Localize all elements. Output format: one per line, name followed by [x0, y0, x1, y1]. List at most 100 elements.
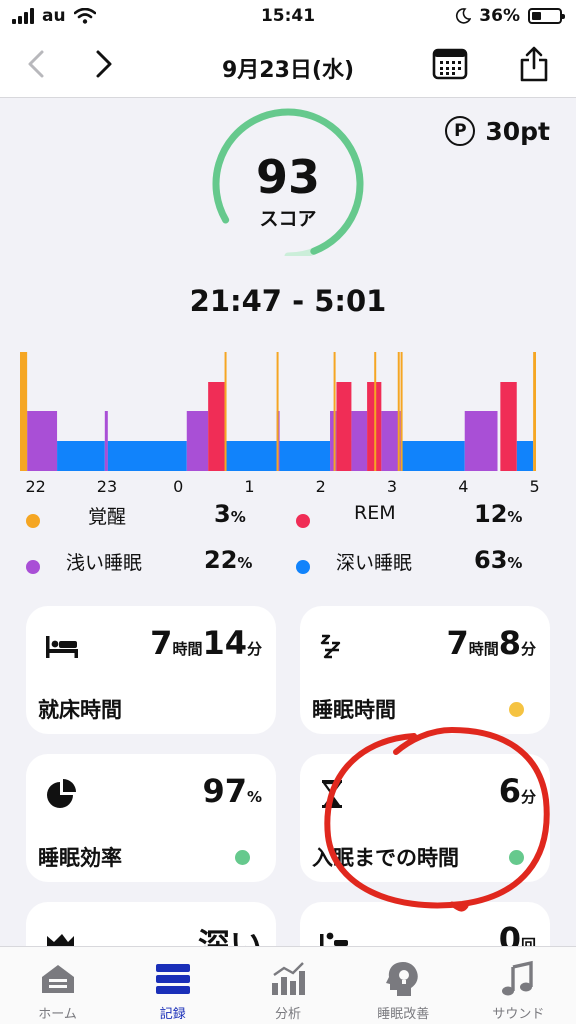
tab-bar: ホーム 記録 分析 睡眠改善 サウンド — [0, 946, 576, 1024]
stage-bar-3-2 — [224, 441, 277, 471]
tab-label-analysis: 分析 — [275, 1007, 302, 1022]
bulb-head-icon — [386, 962, 418, 996]
stage-bar-3-5 — [400, 441, 465, 471]
legend-pct-light: 22% — [204, 546, 253, 574]
legend-pct-awake: 3% — [214, 500, 246, 528]
card-sleep-efficiency[interactable]: 97% 睡眠効率 — [26, 754, 276, 882]
points-icon: P — [445, 116, 476, 146]
list-icon — [155, 964, 190, 994]
status-dot-sleep-time — [509, 702, 524, 717]
status-dot-sleep-latency — [509, 850, 524, 865]
card-value-time-in-bed: 7時間14分 — [150, 624, 262, 662]
points-badge[interactable]: P 30pt — [445, 116, 550, 146]
stage-bar-0-7 — [533, 352, 536, 471]
tab-home[interactable]: ホーム — [0, 947, 115, 1024]
stage-bar-2-0 — [27, 411, 58, 471]
stage-bar-1-0 — [208, 382, 225, 471]
card-value-sleep-time: 7時間8分 — [446, 624, 536, 662]
card-sleep-time[interactable]: 7時間8分 睡眠時間 — [300, 606, 550, 734]
battery-text: 36% — [479, 6, 520, 26]
stage-bar-1-2 — [367, 382, 382, 471]
x-tick-label: 23 — [97, 477, 117, 495]
sleep-stage-chart-svg: 22 23 0 1 2 3 4 5 — [20, 352, 540, 496]
legend-name-awake: 覚醒 — [88, 506, 127, 528]
x-tick-label: 4 — [458, 477, 468, 495]
x-tick-label: 1 — [244, 477, 254, 495]
legend-pct-rem: 12% — [474, 500, 523, 528]
analytics-icon — [272, 962, 305, 995]
x-tick-label: 3 — [387, 477, 397, 495]
stage-bar-1-1 — [336, 382, 352, 471]
legend-dot-rem — [296, 514, 310, 528]
stage-bar-0-3 — [333, 352, 336, 471]
stage-bar-1-3 — [500, 382, 517, 471]
calendar-button[interactable] — [430, 44, 470, 84]
score-value: 93 — [255, 150, 320, 204]
stage-bar-3-1 — [107, 441, 187, 471]
x-tick-label: 5 — [529, 477, 539, 495]
x-tick-label: 22 — [26, 477, 46, 495]
x-tick-label: 0 — [173, 477, 183, 495]
stage-bar-0-4 — [374, 352, 377, 471]
legend-item-deep: 深い睡眠 63% — [296, 546, 522, 574]
card-value-sleep-efficiency: 97% — [202, 772, 262, 810]
card-label-sleep-time: 睡眠時間 — [312, 698, 396, 722]
card-sleep-latency[interactable]: 6分 入眠までの時間 — [300, 754, 550, 882]
battery-icon — [528, 8, 565, 24]
share-icon — [520, 46, 548, 82]
sleep-stage-legend: 覚醒 3% REM 12% 浅い睡眠 22% 深い睡眠 63% — [0, 500, 576, 594]
stage-bar-3-3 — [278, 441, 331, 471]
tab-sound[interactable]: サウンド — [461, 947, 576, 1024]
share-button[interactable] — [514, 44, 554, 84]
stage-bar-0-1 — [224, 352, 227, 471]
tab-label-sound: サウンド — [492, 1007, 545, 1022]
status-right: 36% — [455, 6, 565, 26]
tab-improve[interactable]: 睡眠改善 — [346, 947, 461, 1024]
card-label-sleep-efficiency: 睡眠効率 — [38, 846, 122, 870]
page-title: 9月23日(水) — [221, 58, 355, 83]
x-tick-label: 2 — [316, 477, 326, 495]
stage-bar-3-0 — [57, 441, 105, 471]
nav-bar: 9月23日(水) — [0, 32, 576, 98]
stage-bar-0-2 — [276, 352, 279, 471]
score-section: P 30pt 93 スコア 21:47 - 5:01 — [0, 100, 576, 340]
legend-pct-deep: 63% — [474, 546, 523, 574]
stage-bar-3-6 — [516, 441, 534, 471]
status-bar: au 15:41 36% — [0, 0, 576, 32]
card-label-sleep-latency: 入眠までの時間 — [312, 846, 459, 870]
stage-bar-0-5 — [397, 352, 400, 471]
tab-records[interactable]: 記録 — [115, 947, 230, 1024]
stage-bar-0-6 — [400, 352, 403, 471]
tab-label-home: ホーム — [38, 1007, 77, 1022]
legend-name-light: 浅い睡眠 — [66, 552, 143, 574]
pie-chart-icon — [47, 779, 76, 808]
tab-label-improve: 睡眠改善 — [377, 1007, 430, 1022]
stage-bar-2-1 — [104, 411, 108, 471]
card-time-in-bed[interactable]: 7時間14分 就床時間 — [26, 606, 276, 734]
card-value-sleep-latency: 6分 — [498, 772, 536, 810]
points-value: 30pt — [485, 116, 550, 146]
stage-bar-2-2 — [186, 411, 209, 471]
legend-dot-light — [26, 560, 40, 574]
moon-icon — [456, 8, 472, 24]
card-label-time-in-bed: 就床時間 — [38, 698, 122, 722]
hourglass-icon — [321, 780, 343, 808]
legend-name-deep: 深い睡眠 — [336, 552, 413, 574]
home-icon — [41, 965, 74, 993]
legend-item-rem: REM 12% — [296, 500, 522, 528]
legend-item-awake: 覚醒 3% — [26, 500, 246, 528]
sleep-stage-chart: 22 23 0 1 2 3 4 5 — [20, 345, 556, 496]
music-note-icon — [502, 960, 534, 996]
legend-name-rem: REM — [354, 502, 396, 524]
legend-dot-deep — [296, 560, 310, 574]
stage-bar-0-0 — [20, 352, 28, 471]
stage-bar-2-5 — [351, 411, 368, 471]
calendar-icon — [432, 48, 468, 80]
sleep-time-range: 21:47 - 5:01 — [189, 284, 387, 318]
legend-dot-awake — [26, 514, 40, 528]
legend-item-light: 浅い睡眠 22% — [26, 546, 252, 574]
stage-bar-2-6 — [381, 411, 401, 471]
stage-bar-2-7 — [464, 411, 498, 471]
tab-analysis[interactable]: 分析 — [230, 947, 345, 1024]
tab-label-records: 記録 — [159, 1007, 186, 1022]
